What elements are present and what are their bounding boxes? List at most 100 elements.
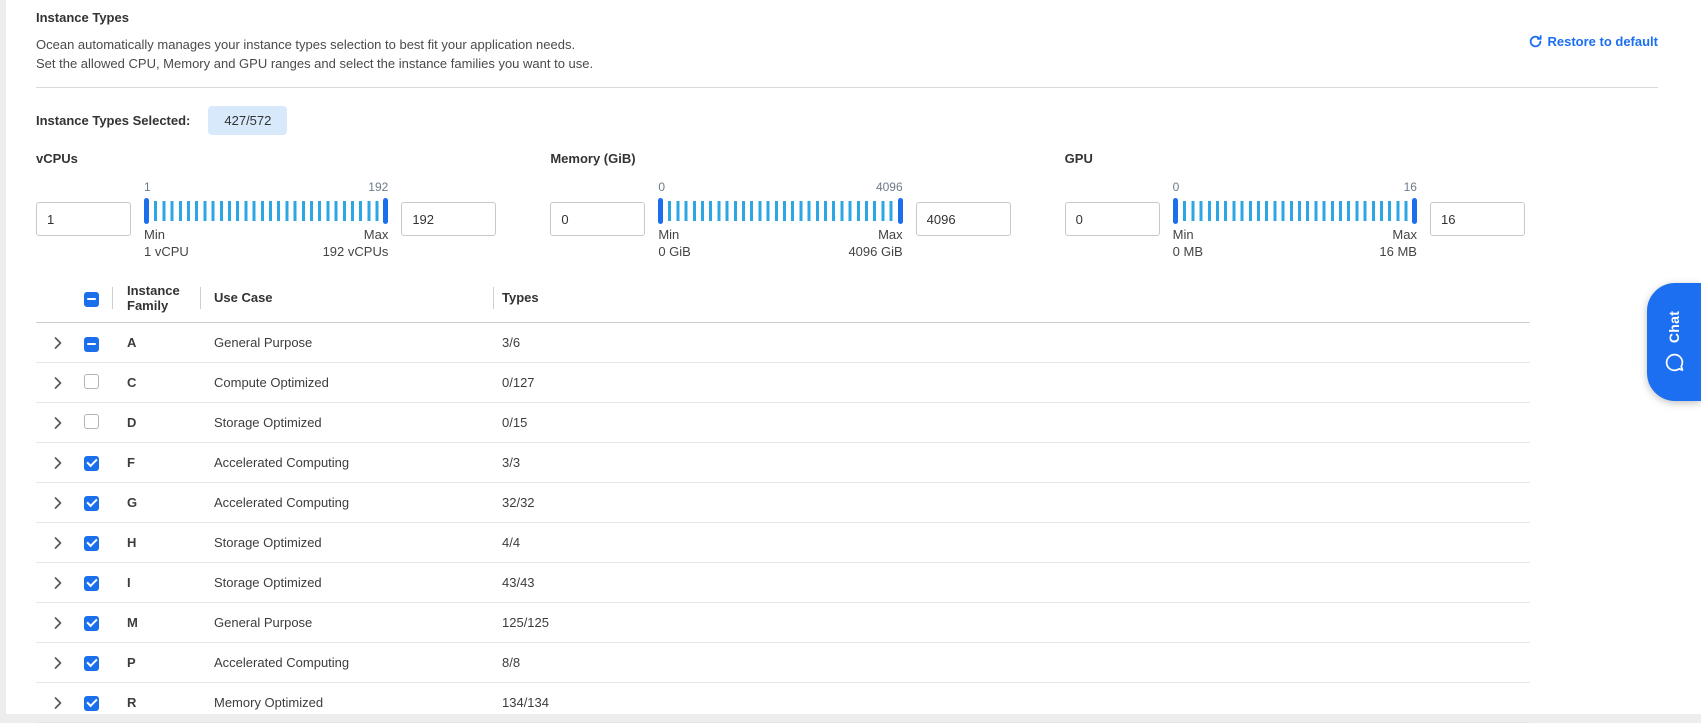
gpu-max-value: 16 [1404, 180, 1417, 194]
selected-count-badge: 427/572 [208, 106, 287, 135]
gpu-slider-min-handle[interactable] [1173, 198, 1178, 224]
use-case-value: Storage Optimized [214, 415, 322, 430]
vcpu-slider-track[interactable] [146, 201, 386, 221]
row-checkbox[interactable] [84, 414, 99, 429]
vcpu-slider-min-handle[interactable] [144, 198, 149, 224]
gpu-max-input[interactable] [1430, 202, 1525, 236]
vcpu-title: vCPUs [36, 151, 496, 166]
column-header-types: Types [493, 290, 1530, 305]
chevron-right-icon [54, 377, 62, 389]
types-count-value: 0/127 [502, 375, 535, 390]
chevron-right-icon [54, 537, 62, 549]
gpu-slider-track[interactable] [1175, 201, 1415, 221]
page-title: Instance Types [36, 10, 1658, 25]
expand-row-button[interactable] [50, 535, 66, 551]
instance-family-value: P [127, 655, 136, 670]
row-checkbox[interactable] [84, 456, 99, 471]
gpu-slider-max-handle[interactable] [1412, 198, 1417, 224]
expand-row-button[interactable] [50, 455, 66, 471]
row-checkbox[interactable] [84, 696, 99, 711]
table-row: D Storage Optimized 0/15 [36, 403, 1530, 443]
chevron-right-icon [54, 617, 62, 629]
gpu-max-unit: 16 MB [1379, 244, 1417, 259]
memory-slider-max-handle[interactable] [898, 198, 903, 224]
memory-min-input[interactable] [550, 202, 645, 236]
selected-label: Instance Types Selected: [36, 113, 190, 128]
range-sliders: vCPUs 1 192 Min [36, 151, 1525, 259]
types-count-value: 8/8 [502, 655, 520, 670]
table-row: A General Purpose 3/6 [36, 323, 1530, 363]
use-case-value: General Purpose [214, 615, 312, 630]
expand-row-button[interactable] [50, 415, 66, 431]
expand-row-button[interactable] [50, 695, 66, 711]
vcpu-min-unit: 1 vCPU [144, 244, 189, 259]
types-count-value: 0/15 [502, 415, 527, 430]
expand-row-button[interactable] [50, 575, 66, 591]
chevron-right-icon [54, 577, 62, 589]
types-count-value: 134/134 [502, 695, 549, 710]
refresh-icon [1529, 35, 1542, 48]
description-line-2: Set the allowed CPU, Memory and GPU rang… [36, 54, 1658, 73]
gpu-min-value: 0 [1173, 180, 1180, 194]
vcpu-max-value: 192 [368, 180, 388, 194]
types-count-value: 3/6 [502, 335, 520, 350]
selected-summary: Instance Types Selected: 427/572 [36, 106, 1701, 135]
types-count-value: 32/32 [502, 495, 535, 510]
instance-family-value: M [127, 615, 138, 630]
instance-family-value: I [127, 575, 131, 590]
row-checkbox[interactable] [84, 337, 99, 352]
gpu-min-input[interactable] [1065, 202, 1160, 236]
chevron-right-icon [54, 457, 62, 469]
table-body: A General Purpose 3/6 C Compute Optimize… [36, 323, 1530, 723]
expand-row-button[interactable] [50, 335, 66, 351]
table-row: F Accelerated Computing 3/3 [36, 443, 1530, 483]
row-checkbox[interactable] [84, 374, 99, 389]
chevron-right-icon [54, 337, 62, 349]
vcpu-slider-group: vCPUs 1 192 Min [36, 151, 496, 259]
types-count-value: 125/125 [502, 615, 549, 630]
row-checkbox[interactable] [84, 576, 99, 591]
chevron-right-icon [54, 657, 62, 669]
table-row: G Accelerated Computing 32/32 [36, 483, 1530, 523]
table-row: C Compute Optimized 0/127 [36, 363, 1530, 403]
instance-family-value: D [127, 415, 136, 430]
use-case-value: Compute Optimized [214, 375, 329, 390]
expand-row-button[interactable] [50, 375, 66, 391]
use-case-value: Storage Optimized [214, 535, 322, 550]
memory-slider-track[interactable] [660, 201, 900, 221]
select-all-checkbox[interactable] [84, 292, 99, 307]
chevron-right-icon [54, 497, 62, 509]
row-checkbox[interactable] [84, 496, 99, 511]
memory-slider-min-handle[interactable] [658, 198, 663, 224]
instance-family-value: G [127, 495, 137, 510]
vcpu-slider-max-handle[interactable] [383, 198, 388, 224]
row-checkbox[interactable] [84, 656, 99, 671]
chevron-right-icon [54, 417, 62, 429]
instance-family-value: A [127, 335, 136, 350]
row-checkbox[interactable] [84, 536, 99, 551]
gpu-max-label: Max [1392, 227, 1417, 242]
expand-row-button[interactable] [50, 615, 66, 631]
use-case-value: Storage Optimized [214, 575, 322, 590]
instance-family-table: Instance Family Use Case Types A General… [36, 273, 1530, 723]
memory-slider-group: Memory (GiB) 0 4096 [550, 151, 1010, 259]
vcpu-min-input[interactable] [36, 202, 131, 236]
expand-row-button[interactable] [50, 655, 66, 671]
row-checkbox[interactable] [84, 616, 99, 631]
chat-label: Chat [1666, 311, 1682, 343]
gpu-min-label: Min [1173, 227, 1194, 242]
types-count-value: 43/43 [502, 575, 535, 590]
memory-min-value: 0 [658, 180, 665, 194]
memory-max-input[interactable] [916, 202, 1011, 236]
expand-row-button[interactable] [50, 495, 66, 511]
use-case-value: General Purpose [214, 335, 312, 350]
types-count-value: 3/3 [502, 455, 520, 470]
restore-to-default-button[interactable]: Restore to default [1529, 34, 1658, 49]
instance-family-value: F [127, 455, 135, 470]
vcpu-max-unit: 192 vCPUs [323, 244, 389, 259]
chat-button[interactable]: Chat [1647, 283, 1701, 401]
vcpu-min-label: Min [144, 227, 165, 242]
vcpu-max-input[interactable] [401, 202, 496, 236]
use-case-value: Accelerated Computing [214, 495, 349, 510]
chevron-right-icon [54, 697, 62, 709]
